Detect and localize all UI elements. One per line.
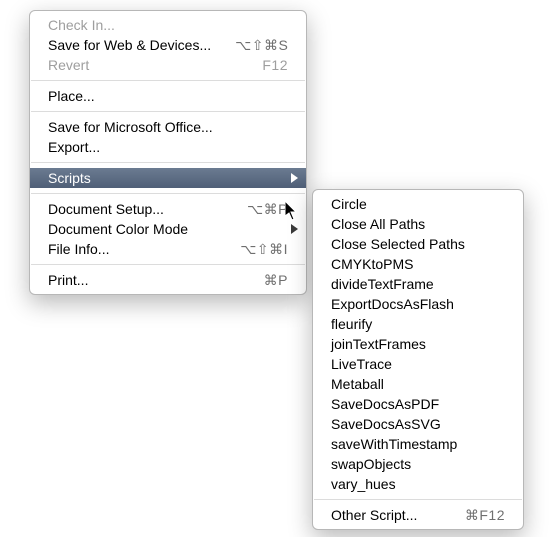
chevron-right-icon	[291, 173, 298, 183]
menu-item-script[interactable]: SaveDocsAsSVG	[313, 414, 523, 434]
menu-label: SaveDocsAsPDF	[331, 396, 439, 412]
menu-label: LiveTrace	[331, 356, 392, 372]
shortcut: ⌘P	[264, 272, 288, 289]
menu-label: Check In...	[48, 17, 115, 33]
menu-item-export[interactable]: Export...	[30, 137, 306, 157]
shortcut: ⌥⇧⌘I	[240, 241, 288, 258]
menu-separator	[31, 264, 305, 265]
menu-label: Export...	[48, 139, 100, 155]
menu-label: Document Color Mode	[48, 221, 188, 237]
shortcut: ⌥⇧⌘S	[235, 37, 288, 54]
menu-label: Close Selected Paths	[331, 236, 465, 252]
menu-item-place[interactable]: Place...	[30, 86, 306, 106]
menu-separator	[314, 499, 522, 500]
menu-label: Close All Paths	[331, 216, 425, 232]
shortcut: F12	[262, 57, 288, 73]
menu-item-script[interactable]: Close All Paths	[313, 214, 523, 234]
menu-label: Metaball	[331, 376, 384, 392]
menu-item-script[interactable]: saveWithTimestamp	[313, 434, 523, 454]
menu-label: saveWithTimestamp	[331, 436, 457, 452]
menu-item-script[interactable]: divideTextFrame	[313, 274, 523, 294]
menu-item-other-script[interactable]: Other Script... ⌘F12	[313, 505, 523, 525]
menu-label: Document Setup...	[48, 201, 164, 217]
menu-item-print[interactable]: Print... ⌘P	[30, 270, 306, 290]
menu-label: File Info...	[48, 241, 109, 257]
menu-item-script[interactable]: vary_hues	[313, 474, 523, 494]
menu-label: CMYKtoPMS	[331, 256, 413, 272]
shortcut: ⌘F12	[465, 507, 505, 524]
menu-item-script[interactable]: swapObjects	[313, 454, 523, 474]
menu-label: Print...	[48, 272, 88, 288]
menu-label: Circle	[331, 196, 367, 212]
menu-label: Save for Microsoft Office...	[48, 119, 213, 135]
menu-separator	[31, 80, 305, 81]
menu-item-save-for-web[interactable]: Save for Web & Devices... ⌥⇧⌘S	[30, 35, 306, 55]
menu-item-script[interactable]: SaveDocsAsPDF	[313, 394, 523, 414]
file-menu[interactable]: Check In... Save for Web & Devices... ⌥⇧…	[29, 10, 307, 295]
menu-separator	[31, 111, 305, 112]
menu-separator	[31, 162, 305, 163]
shortcut: ⌥⌘P	[247, 201, 288, 218]
menu-item-file-info[interactable]: File Info... ⌥⇧⌘I	[30, 239, 306, 259]
menu-item-document-setup[interactable]: Document Setup... ⌥⌘P	[30, 199, 306, 219]
chevron-right-icon	[291, 224, 298, 234]
menu-item-script[interactable]: ExportDocsAsFlash	[313, 294, 523, 314]
menu-item-color-mode[interactable]: Document Color Mode	[30, 219, 306, 239]
menu-label: SaveDocsAsSVG	[331, 416, 441, 432]
menu-item-check-in: Check In...	[30, 15, 306, 35]
menu-label: divideTextFrame	[331, 276, 434, 292]
menu-label: Place...	[48, 88, 95, 104]
menu-item-script[interactable]: Circle	[313, 194, 523, 214]
menu-item-save-ms-office[interactable]: Save for Microsoft Office...	[30, 117, 306, 137]
menu-separator	[31, 193, 305, 194]
scripts-submenu[interactable]: Circle Close All Paths Close Selected Path…	[312, 189, 524, 530]
menu-item-script[interactable]: CMYKtoPMS	[313, 254, 523, 274]
menu-item-script[interactable]: Close Selected Paths	[313, 234, 523, 254]
menu-label: vary_hues	[331, 476, 396, 492]
menu-label: joinTextFrames	[331, 336, 426, 352]
menu-label: Save for Web & Devices...	[48, 37, 211, 53]
menu-item-scripts[interactable]: Scripts	[30, 168, 306, 188]
menu-label: fleurify	[331, 316, 372, 332]
menu-label: Revert	[48, 57, 89, 73]
menu-label: swapObjects	[331, 456, 411, 472]
menu-item-script[interactable]: fleurify	[313, 314, 523, 334]
menu-item-revert: Revert F12	[30, 55, 306, 75]
menu-item-script[interactable]: Metaball	[313, 374, 523, 394]
menu-label: ExportDocsAsFlash	[331, 296, 454, 312]
menu-item-script[interactable]: LiveTrace	[313, 354, 523, 374]
menu-label: Other Script...	[331, 507, 417, 523]
menu-item-script[interactable]: joinTextFrames	[313, 334, 523, 354]
menu-label: Scripts	[48, 170, 91, 186]
